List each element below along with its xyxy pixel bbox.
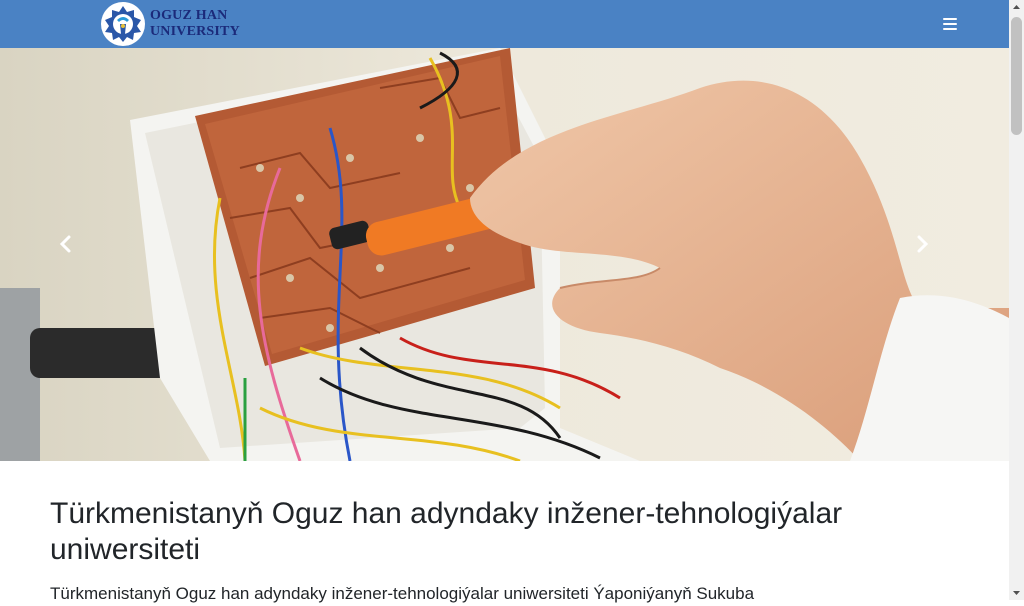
hamburger-menu-icon[interactable] <box>941 14 961 34</box>
page-scrollbar[interactable] <box>1009 0 1024 600</box>
logo-line-2: UNIVERSITY <box>150 24 240 39</box>
university-logo[interactable]: OGUZ HAN UNIVERSITY <box>101 2 240 46</box>
navbar: OGUZ HAN UNIVERSITY <box>0 0 1009 48</box>
chevron-right-icon <box>917 235 929 253</box>
carousel-prev-button[interactable] <box>56 234 96 274</box>
page-title: Türkmenistanyň Oguz han adyndaky inžener… <box>50 497 843 566</box>
university-emblem-icon <box>101 2 145 46</box>
chevron-left-icon <box>59 235 71 253</box>
intro-text: Türkmenistanyň Oguz han adyndaky inžener… <box>50 584 755 603</box>
scrollbar-thumb[interactable] <box>1011 17 1022 135</box>
carousel-next-button[interactable] <box>912 234 952 274</box>
hero-image <box>0 48 1009 461</box>
scroll-down-arrow-icon[interactable] <box>1009 585 1024 600</box>
hero-carousel[interactable] <box>0 48 1009 461</box>
logo-text: OGUZ HAN UNIVERSITY <box>150 8 240 40</box>
logo-line-1: OGUZ HAN <box>150 8 228 23</box>
main-content: Türkmenistanyň Oguz han adyndaky inžener… <box>50 496 930 606</box>
scroll-up-arrow-icon[interactable] <box>1009 0 1024 15</box>
